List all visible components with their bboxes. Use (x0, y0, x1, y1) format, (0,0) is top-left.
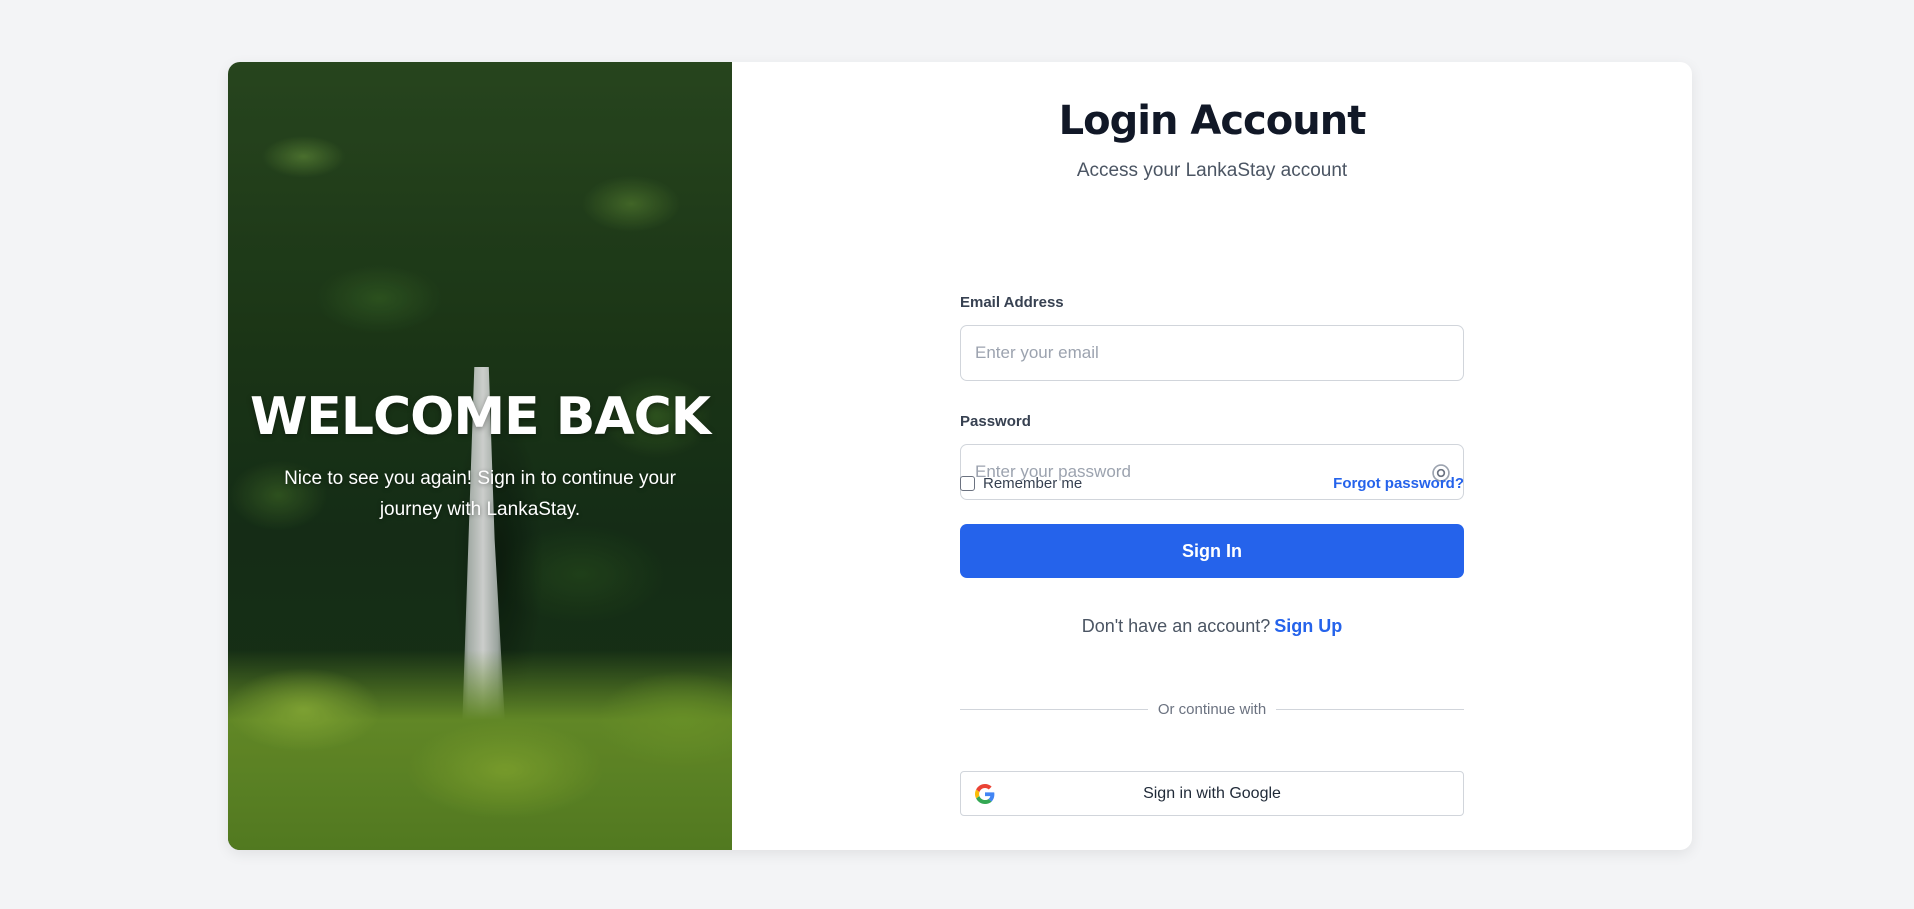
divider-text: Or continue with (1157, 701, 1267, 718)
divider-line-right (1276, 709, 1465, 710)
remember-me[interactable]: Remember me (960, 475, 1082, 492)
email-label: Email Address (960, 294, 1064, 311)
google-sign-in-label: Sign in with Google (1143, 784, 1281, 802)
email-field-wrapper (960, 325, 1464, 381)
hero-subtitle: Nice to see you again! Sign in to contin… (284, 468, 676, 520)
hero-title: WELCOME BACK (249, 387, 711, 447)
google-icon (975, 784, 995, 804)
sign-up-link[interactable]: Sign Up (1274, 616, 1342, 636)
sign-in-button[interactable]: Sign In (960, 524, 1464, 578)
hero-text: WELCOME BACK Nice to see you again! Sign… (228, 387, 732, 525)
login-form: Email Address Password Remember me For (960, 62, 1465, 850)
forgot-password-link[interactable]: Forgot password? (1333, 475, 1464, 492)
remember-me-label: Remember me (983, 474, 1083, 492)
login-form-panel: Login Account Access your LankaStay acco… (732, 62, 1692, 850)
signup-prompt: Don't have an account? Sign Up (960, 616, 1464, 637)
email-field[interactable] (961, 326, 1463, 380)
login-card: WELCOME BACK Nice to see you again! Sign… (228, 62, 1692, 850)
google-sign-in-button[interactable]: Sign in with Google (960, 771, 1464, 816)
signup-prompt-text: Don't have an account? (1081, 616, 1271, 636)
remember-forgot-row: Remember me Forgot password? (960, 472, 1464, 494)
hero-image-panel: WELCOME BACK Nice to see you again! Sign… (228, 62, 732, 850)
divider: Or continue with (960, 701, 1465, 718)
remember-me-checkbox[interactable] (960, 475, 975, 491)
password-label: Password (960, 413, 1031, 430)
divider-line-left (960, 709, 1148, 710)
